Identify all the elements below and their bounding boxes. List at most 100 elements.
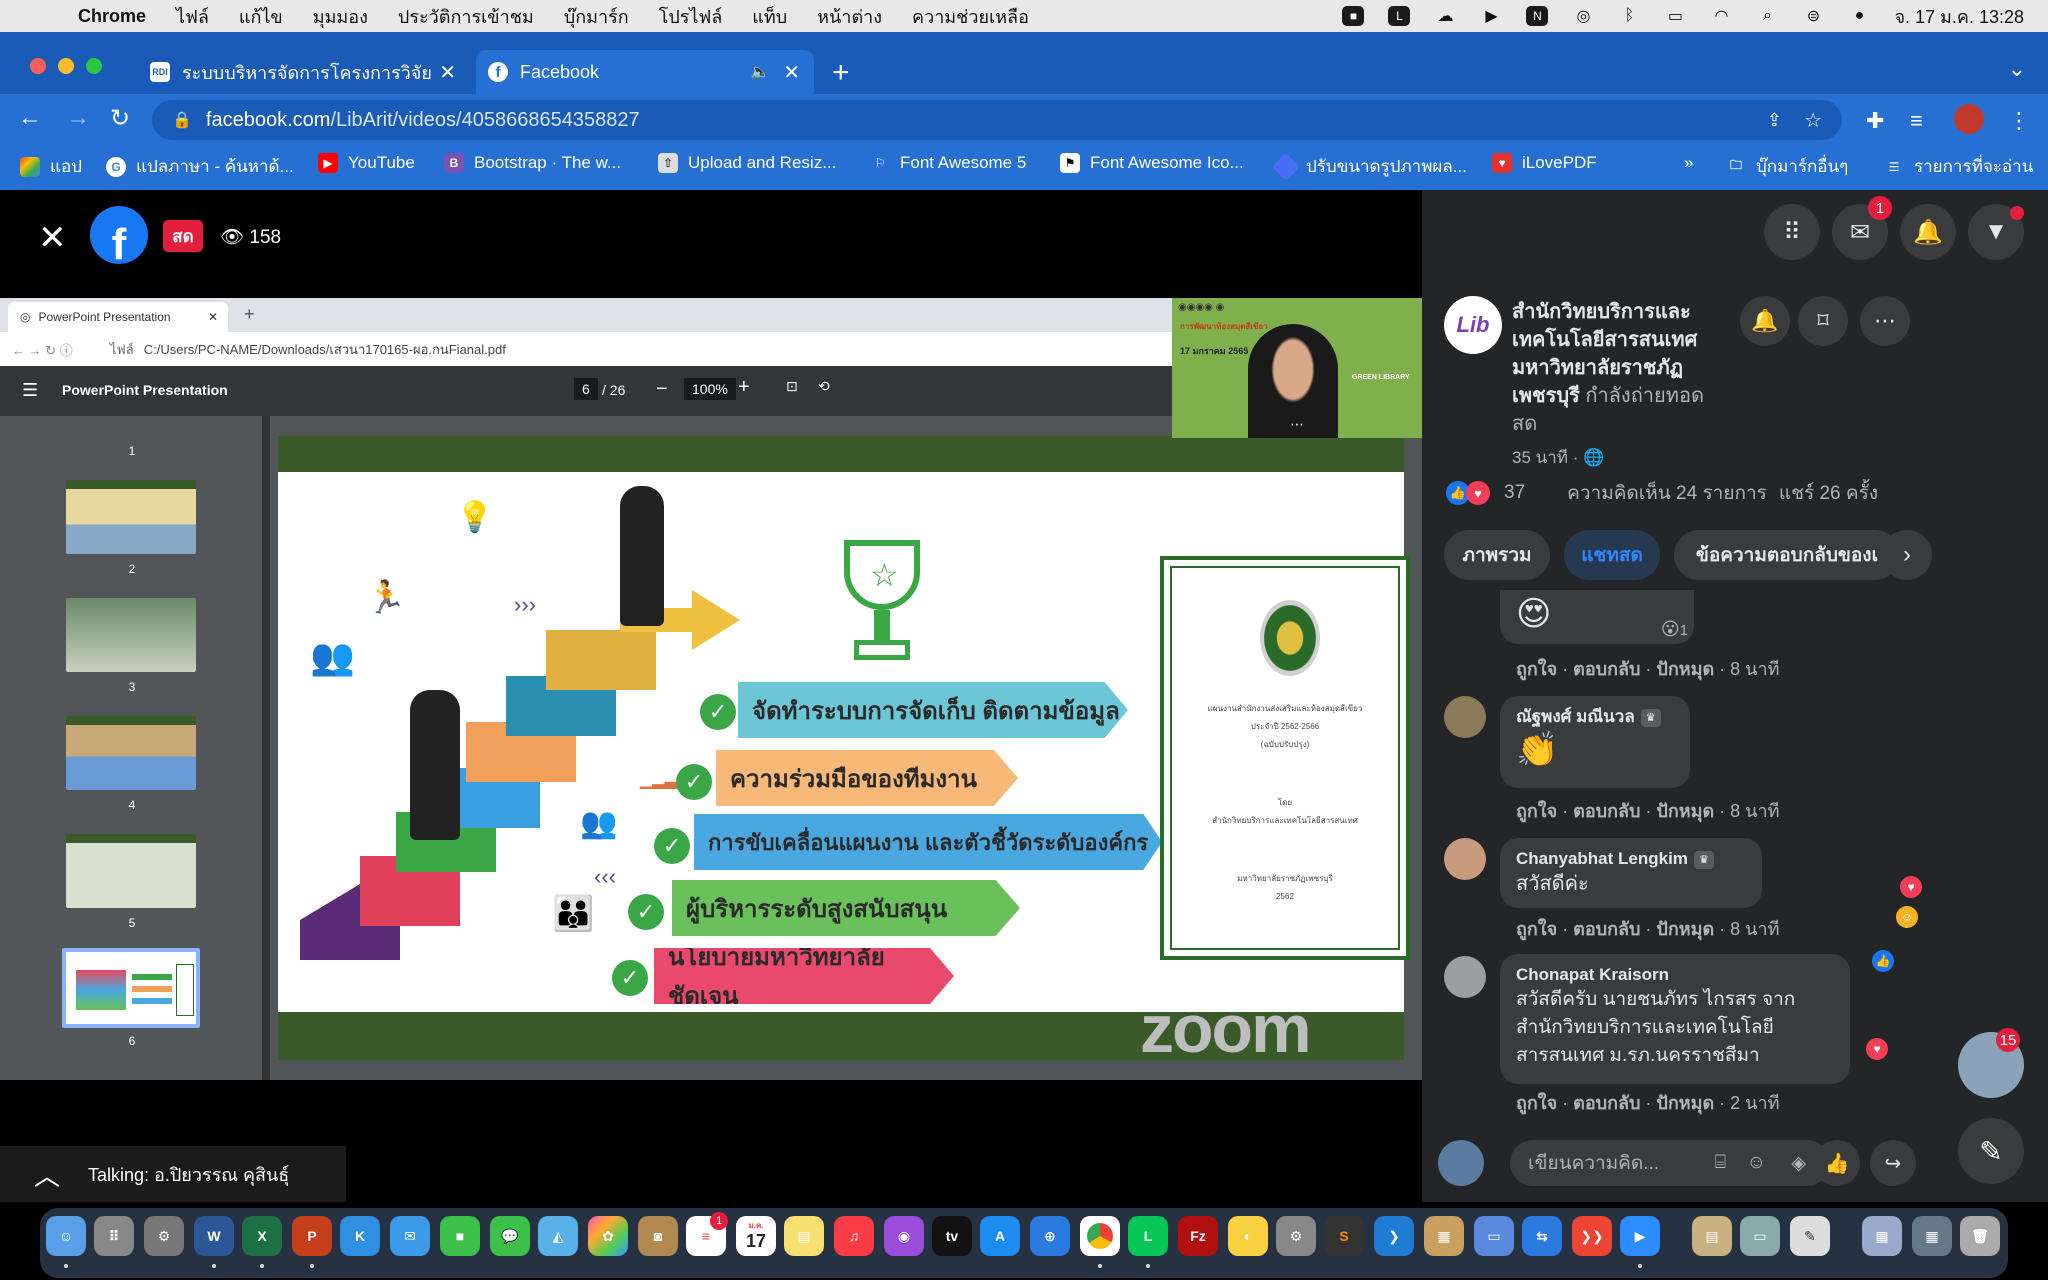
like-link[interactable]: ถูกใจ bbox=[1516, 659, 1557, 679]
menu-bookmarks[interactable]: บุ๊กมาร์ก bbox=[564, 2, 629, 31]
teamviewer-icon[interactable]: ⇆ bbox=[1522, 1216, 1562, 1256]
archive-icon[interactable]: ▦ bbox=[1424, 1216, 1464, 1256]
commenter-name[interactable]: Chonapat Kraisorn bbox=[1516, 964, 1834, 986]
commenter-avatar[interactable] bbox=[1444, 696, 1486, 738]
window-zoom-button[interactable] bbox=[86, 58, 102, 74]
chevron-up-icon[interactable]: ︿ bbox=[34, 1156, 60, 1193]
forward-button[interactable]: → bbox=[66, 104, 90, 132]
menu-app-chrome[interactable]: Chrome bbox=[78, 6, 146, 27]
commenter-name[interactable]: Chanyabhat Lengkim bbox=[1516, 849, 1688, 868]
anydesk-icon[interactable]: ❯❯ bbox=[1572, 1216, 1612, 1256]
pin-link[interactable]: ปักหมุด bbox=[1656, 919, 1714, 939]
bookmark-reading-list[interactable]: ☰ รายการที่จะอ่าน bbox=[1884, 153, 2034, 180]
share-icon[interactable]: ⇪ bbox=[1767, 110, 1782, 131]
spotlight-search-icon[interactable]: ⌕ bbox=[1756, 6, 1778, 26]
tab-replies[interactable]: ข้อความตอบกลับของเ bbox=[1674, 530, 1900, 580]
screen-record-icon[interactable]: ■ bbox=[1342, 6, 1365, 26]
menubar-clock[interactable]: จ. 17 ม.ค. 13:28 bbox=[1894, 2, 2024, 31]
comment-composer[interactable]: เขียนความคิด... ⌸ ☺ ◈ bbox=[1510, 1140, 1830, 1186]
cyberduck-icon[interactable]: ◐ bbox=[1228, 1216, 1268, 1256]
chrome-menu-icon[interactable]: ⋮ bbox=[2008, 108, 2030, 134]
pin-link[interactable]: ปักหมุด bbox=[1656, 1093, 1714, 1113]
commenter-avatar[interactable] bbox=[1444, 956, 1486, 998]
back-button[interactable]: ← bbox=[18, 104, 42, 132]
bookmark-font-awesome-5[interactable]: ⚐ Font Awesome 5 bbox=[870, 153, 1027, 173]
extensions-icon[interactable]: ✚ bbox=[1866, 108, 1884, 134]
new-message-edit-icon[interactable]: ✎ bbox=[1958, 1118, 2024, 1184]
bookmark-apps[interactable]: แอป bbox=[20, 153, 82, 180]
control-center-icon[interactable]: ⊜ bbox=[1802, 6, 1824, 26]
sticker-icon[interactable]: ◈ bbox=[1791, 1152, 1806, 1175]
wow-reaction-icon[interactable]: 😮1 bbox=[1661, 619, 1688, 640]
menu-view[interactable]: มุมมอง bbox=[313, 2, 368, 31]
bookmark-ilovepdf[interactable]: ♥ iLovePDF bbox=[1492, 153, 1597, 173]
trash-icon[interactable]: 🗑 bbox=[1960, 1216, 2000, 1256]
close-tab-icon[interactable]: ✕ bbox=[783, 60, 800, 85]
share-button[interactable]: ↪ bbox=[1870, 1140, 1916, 1186]
reactions-count[interactable]: 37 bbox=[1504, 482, 1525, 504]
commenter-name[interactable]: ณัฐพงศ์ มณีนวล bbox=[1516, 707, 1635, 726]
excel-icon[interactable]: X bbox=[242, 1216, 282, 1256]
keynote-icon[interactable]: K bbox=[340, 1216, 380, 1256]
address-bar[interactable]: 🔒 facebook.com /LibArit/videos/405866865… bbox=[152, 100, 1842, 140]
wifi-icon[interactable]: ◠ bbox=[1710, 6, 1732, 26]
powerpoint-icon[interactable]: P bbox=[292, 1216, 332, 1256]
chrome-icon[interactable] bbox=[1080, 1216, 1120, 1256]
podcasts-icon[interactable]: ◉ bbox=[884, 1216, 924, 1256]
reply-link[interactable]: ตอบกลับ bbox=[1573, 919, 1640, 939]
gif-icon[interactable]: ⌸ bbox=[1715, 1152, 1726, 1174]
bookmark-font-awesome-icons[interactable]: ⚑ Font Awesome Ico... bbox=[1060, 153, 1244, 173]
tabs-next-chevron-icon[interactable]: › bbox=[1882, 530, 1932, 580]
more-options-button[interactable]: ⋯ bbox=[1860, 296, 1910, 346]
safari-icon[interactable]: ⊕ bbox=[1030, 1216, 1070, 1256]
airdrop-icon[interactable]: ◎ bbox=[1572, 6, 1594, 26]
sublime-icon[interactable]: S bbox=[1324, 1216, 1364, 1256]
love-reaction-icon[interactable]: ♥ bbox=[1466, 481, 1490, 505]
menu-window[interactable]: หน้าต่าง bbox=[817, 2, 882, 31]
tab-search-chevron-icon[interactable]: ⌄ bbox=[2008, 56, 2026, 82]
menu-profiles[interactable]: โปรไฟล์ bbox=[659, 2, 723, 31]
menu-grid-icon[interactable]: ⠿ bbox=[1764, 204, 1820, 260]
documents-icon[interactable]: ✎ bbox=[1790, 1216, 1830, 1256]
menu-edit[interactable]: แก้ไข bbox=[239, 2, 283, 31]
reply-link[interactable]: ตอบกลับ bbox=[1573, 1093, 1640, 1113]
system-preferences-icon[interactable]: ⚙ bbox=[144, 1216, 184, 1256]
contacts-icon[interactable]: ◙ bbox=[638, 1216, 678, 1256]
preview-icon[interactable]: ▭ bbox=[1474, 1216, 1514, 1256]
siri-icon[interactable]: ● bbox=[1848, 6, 1870, 26]
cloud-icon[interactable]: ☁ bbox=[1434, 6, 1456, 26]
tab-research-system[interactable]: RDI ระบบบริหารจัดการโครงการวิจัย | ส ✕ bbox=[140, 50, 470, 94]
window-close-button[interactable] bbox=[30, 58, 46, 74]
play-icon[interactable]: ▶ bbox=[1480, 6, 1502, 26]
bookmark-bootstrap[interactable]: B Bootstrap · The w... bbox=[444, 153, 621, 173]
mail-icon[interactable]: ✉ bbox=[390, 1216, 430, 1256]
like-button[interactable]: 👍 bbox=[1814, 1140, 1860, 1186]
bluetooth-icon[interactable]: ᛒ bbox=[1618, 6, 1640, 26]
maps-icon[interactable]: ◭ bbox=[538, 1216, 578, 1256]
word-icon[interactable]: W bbox=[194, 1216, 234, 1256]
bookmarks-overflow-button[interactable]: » bbox=[1684, 153, 1693, 173]
notifications-bell-icon[interactable]: 🔔 bbox=[1900, 204, 1956, 260]
close-video-icon[interactable]: ✕ bbox=[38, 218, 67, 258]
launchpad-icon[interactable]: ⠿ bbox=[94, 1216, 134, 1256]
stack-icon[interactable]: ▦ bbox=[1912, 1216, 1952, 1256]
notion-icon[interactable]: N bbox=[1526, 6, 1549, 26]
stack-icon[interactable]: ▦ bbox=[1862, 1216, 1902, 1256]
bookmark-other-folder[interactable]: 🗀 บุ๊กมาร์กอื่นๆ bbox=[1726, 153, 1848, 180]
media-control-icon[interactable]: ≡ bbox=[1910, 108, 1923, 134]
bookmark-star-icon[interactable]: ☆ bbox=[1804, 108, 1822, 133]
facetime-icon[interactable]: ■ bbox=[440, 1216, 480, 1256]
tab-audio-icon[interactable]: 🔈 bbox=[750, 62, 770, 82]
like-link[interactable]: ถูกใจ bbox=[1516, 919, 1557, 939]
tab-facebook[interactable]: f Facebook 🔈 ✕ bbox=[476, 50, 814, 94]
filezilla-icon[interactable]: Fz bbox=[1178, 1216, 1218, 1256]
menu-help[interactable]: ความช่วยเหลือ bbox=[912, 2, 1029, 31]
notes-icon[interactable]: ▤ bbox=[784, 1216, 824, 1256]
music-icon[interactable]: ♫ bbox=[834, 1216, 874, 1256]
page-name-block[interactable]: สำนักวิทยบริการและเทคโนโลยีสารสนเทศ มหาว… bbox=[1512, 298, 1712, 438]
bookmark-upload-resize[interactable]: ⇧ Upload and Resiz... bbox=[658, 153, 836, 173]
apple-tv-icon[interactable]: tv bbox=[932, 1216, 972, 1256]
menu-file[interactable]: ไฟล์ bbox=[176, 2, 209, 31]
close-tab-icon[interactable]: ✕ bbox=[439, 60, 456, 85]
pin-link[interactable]: ปักหมุด bbox=[1656, 801, 1714, 821]
